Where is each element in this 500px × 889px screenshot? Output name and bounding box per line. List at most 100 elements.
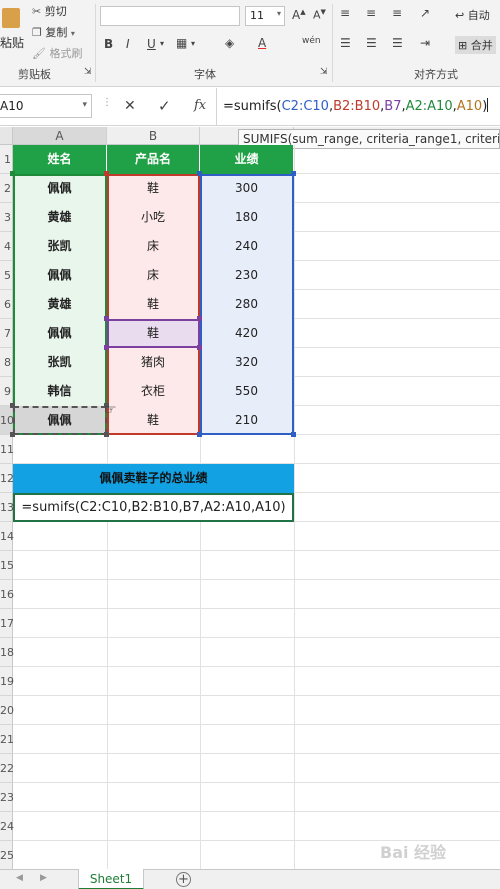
range-handle[interactable] bbox=[104, 171, 109, 176]
paste-button[interactable]: 粘贴 bbox=[0, 4, 24, 62]
chevron-down-icon[interactable]: ▾ bbox=[160, 39, 164, 48]
data-cell[interactable]: 420 bbox=[200, 319, 293, 348]
row-header[interactable]: 21 bbox=[0, 725, 14, 754]
row-header[interactable]: 19 bbox=[0, 667, 14, 696]
header-cell[interactable]: 产品名 bbox=[107, 145, 199, 174]
data-cell[interactable]: 床 bbox=[107, 261, 199, 290]
range-handle[interactable] bbox=[197, 316, 202, 321]
italic-icon[interactable]: I bbox=[126, 37, 130, 51]
row-header[interactable]: 24 bbox=[0, 812, 14, 841]
data-cell[interactable]: 小吃 bbox=[107, 203, 199, 232]
worksheet-grid[interactable]: A B C SUMIFS(sum_range, criteria_range1,… bbox=[0, 127, 500, 869]
data-cell[interactable]: 180 bbox=[200, 203, 293, 232]
row-header[interactable]: 12 bbox=[0, 464, 14, 493]
column-header-b[interactable]: B bbox=[107, 127, 200, 145]
wrap-text-button[interactable]: ↩ 自动 bbox=[455, 7, 490, 23]
sheet-tab-sheet1[interactable]: Sheet1 bbox=[78, 869, 144, 889]
row-header[interactable]: 1 bbox=[0, 145, 13, 174]
row-header[interactable]: 10 bbox=[0, 406, 14, 435]
increase-font-icon[interactable]: A▲ bbox=[292, 8, 306, 22]
data-cell[interactable]: 黄雄 bbox=[13, 203, 106, 232]
data-cell[interactable]: 猪肉 bbox=[107, 348, 199, 377]
data-cell[interactable]: 衣柜 bbox=[107, 377, 199, 406]
data-cell[interactable]: 230 bbox=[200, 261, 293, 290]
range-handle[interactable] bbox=[104, 432, 109, 437]
cut-button[interactable]: ✂ 剪切 bbox=[32, 3, 67, 19]
data-cell[interactable]: 佩佩 bbox=[13, 261, 106, 290]
indent-icon[interactable]: ⇥ bbox=[420, 36, 430, 50]
copy-button[interactable]: ❐ 复制 ▾ bbox=[32, 24, 75, 40]
range-handle[interactable] bbox=[10, 171, 15, 176]
data-cell[interactable]: 韩信 bbox=[13, 377, 106, 406]
range-handle[interactable] bbox=[10, 403, 15, 408]
align-right-icon[interactable]: ☰ bbox=[392, 36, 403, 50]
select-all-corner[interactable] bbox=[0, 127, 13, 145]
align-middle-icon[interactable]: ≡ bbox=[366, 6, 376, 20]
header-cell[interactable]: 姓名 bbox=[13, 145, 106, 174]
column-header-a[interactable]: A bbox=[13, 127, 107, 145]
formula-input[interactable]: =sumifs(C2:C10,B2:B10,B7,A2:A10,A10) bbox=[216, 88, 500, 126]
row-header[interactable]: 17 bbox=[0, 609, 14, 638]
chevron-down-icon[interactable]: ▾ bbox=[191, 39, 195, 48]
summary-title-cell[interactable]: 佩佩卖鞋子的总业绩 bbox=[13, 464, 294, 493]
align-bottom-icon[interactable]: ≡ bbox=[392, 6, 402, 20]
data-cell[interactable]: 鞋 bbox=[107, 174, 199, 203]
data-cell[interactable]: 550 bbox=[200, 377, 293, 406]
align-left-icon[interactable]: ☰ bbox=[340, 36, 351, 50]
row-header[interactable]: 23 bbox=[0, 783, 14, 812]
row-header[interactable]: 18 bbox=[0, 638, 14, 667]
font-name-box[interactable] bbox=[100, 6, 240, 26]
row-header[interactable]: 9 bbox=[0, 377, 13, 406]
range-handle[interactable] bbox=[104, 316, 109, 321]
row-header[interactable]: 20 bbox=[0, 696, 14, 725]
row-header[interactable]: 25 bbox=[0, 841, 14, 869]
font-size-box[interactable]: 11 ▾ bbox=[245, 6, 285, 26]
orientation-icon[interactable]: ↗ bbox=[420, 6, 430, 20]
name-box[interactable]: A10 ▾ bbox=[0, 94, 92, 118]
font-color-icon[interactable]: A bbox=[258, 36, 266, 50]
row-header[interactable]: 22 bbox=[0, 754, 14, 783]
cancel-icon[interactable]: ✕ bbox=[124, 98, 136, 114]
range-handle[interactable] bbox=[291, 432, 296, 437]
scroll-tabs-left-icon[interactable]: ◀ bbox=[16, 873, 23, 883]
borders-icon[interactable]: ▦ bbox=[176, 36, 187, 50]
bold-icon[interactable]: B bbox=[104, 37, 113, 51]
underline-icon[interactable]: U bbox=[147, 37, 156, 51]
data-cell[interactable]: 床 bbox=[107, 232, 199, 261]
align-center-icon[interactable]: ☰ bbox=[366, 36, 377, 50]
row-header[interactable]: 8 bbox=[0, 348, 13, 377]
dialog-launcher-icon[interactable]: ⇲ bbox=[320, 67, 328, 77]
row-header[interactable]: 6 bbox=[0, 290, 13, 319]
range-handle[interactable] bbox=[197, 171, 202, 176]
data-cell[interactable]: 鞋 bbox=[107, 319, 199, 348]
range-handle[interactable] bbox=[197, 432, 202, 437]
data-cell[interactable]: 张凯 bbox=[13, 348, 106, 377]
data-cell[interactable]: 佩佩 bbox=[13, 406, 106, 435]
fill-color-icon[interactable]: ◈ bbox=[225, 36, 234, 50]
insert-function-icon[interactable]: fx bbox=[194, 98, 206, 113]
row-header[interactable]: 4 bbox=[0, 232, 13, 261]
range-handle[interactable] bbox=[197, 345, 202, 350]
row-header[interactable]: 7 bbox=[0, 319, 13, 348]
range-handle[interactable] bbox=[10, 432, 15, 437]
data-cell[interactable]: 210 bbox=[200, 406, 293, 435]
align-top-icon[interactable]: ≡ bbox=[340, 6, 350, 20]
enter-icon[interactable]: ✓ bbox=[158, 97, 171, 115]
range-handle[interactable] bbox=[291, 171, 296, 176]
row-header[interactable]: 14 bbox=[0, 522, 14, 551]
decrease-font-icon[interactable]: A▼ bbox=[313, 8, 326, 22]
row-header[interactable]: 11 bbox=[0, 435, 14, 464]
data-cell[interactable]: 320 bbox=[200, 348, 293, 377]
row-header[interactable]: 3 bbox=[0, 203, 13, 232]
data-cell[interactable]: 300 bbox=[200, 174, 293, 203]
data-cell[interactable]: 240 bbox=[200, 232, 293, 261]
merge-button[interactable]: ⊞ 合并 bbox=[455, 36, 496, 54]
row-header[interactable]: 2 bbox=[0, 174, 13, 203]
format-painter-button[interactable]: 🖌 格式刷 bbox=[32, 45, 82, 61]
data-cell[interactable]: 鞋 bbox=[107, 406, 199, 435]
data-cell[interactable]: 280 bbox=[200, 290, 293, 319]
row-header[interactable]: 15 bbox=[0, 551, 14, 580]
row-header[interactable]: 13 bbox=[0, 493, 14, 522]
range-handle[interactable] bbox=[104, 345, 109, 350]
row-header[interactable]: 5 bbox=[0, 261, 13, 290]
